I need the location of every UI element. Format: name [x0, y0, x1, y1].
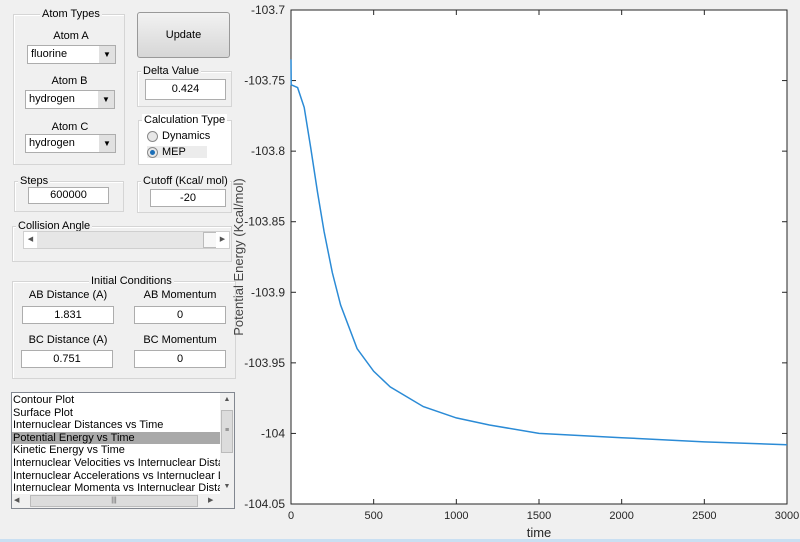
arrow-left-icon[interactable]: ◀ [24, 232, 37, 248]
calculation-type-title: Calculation Type [142, 114, 228, 126]
cutoff-input[interactable]: -20 [150, 189, 226, 207]
y-tick-label: -103.75 [244, 74, 285, 88]
y-tick-label: -103.8 [251, 144, 285, 158]
arrow-up-icon[interactable]: ▲ [220, 393, 234, 407]
list-item[interactable]: Internuclear Accelerations vs Internucle… [12, 470, 220, 483]
y-tick-label: -104.05 [244, 497, 285, 511]
atom-c-select[interactable]: hydrogen ▼ [25, 134, 116, 153]
x-tick-label: 1500 [527, 510, 551, 522]
radio-mep-label: MEP [162, 146, 186, 158]
radio-dynamics-label: Dynamics [162, 130, 211, 142]
list-item-selected[interactable]: Potential Energy vs Time [12, 431, 220, 445]
bc-momentum-input[interactable]: 0 [134, 350, 226, 368]
scroll-thumb[interactable]: ||| [30, 495, 198, 507]
delta-value-title: Delta Value [141, 65, 202, 77]
x-tick-label: 1000 [444, 510, 468, 522]
list-item[interactable]: Surface Plot [12, 407, 220, 420]
atom-types-title: Atom Types [40, 8, 102, 20]
x-tick-label: 500 [364, 510, 382, 522]
chevron-down-icon[interactable]: ▼ [99, 46, 115, 63]
ab-momentum-label: AB Momentum [143, 289, 217, 301]
list-item[interactable]: Kinetic Energy vs Time [12, 444, 220, 457]
chevron-down-icon[interactable]: ▼ [98, 91, 114, 108]
series-line [290, 59, 788, 446]
x-tick-label: 0 [288, 510, 294, 522]
atom-a-value: fluorine [31, 48, 68, 60]
atom-c-value: hydrogen [29, 137, 75, 149]
x-tick-label: 2000 [609, 510, 633, 522]
plot-type-listbox[interactable]: Contour Plot Surface Plot Internuclear D… [11, 392, 235, 509]
atom-a-select[interactable]: fluorine ▼ [27, 45, 116, 64]
atom-a-label: Atom A [53, 30, 89, 42]
ab-distance-input[interactable]: 1.831 [22, 306, 114, 324]
arrow-down-icon[interactable]: ▼ [220, 480, 234, 494]
steps-input[interactable]: 600000 [28, 187, 109, 204]
radio-dynamics[interactable]: Dynamics [147, 130, 210, 142]
bc-distance-label: BC Distance (A) [28, 334, 108, 346]
update-button[interactable]: Update [137, 12, 230, 58]
y-tick-label: -103.95 [244, 356, 285, 370]
ab-momentum-input[interactable]: 0 [134, 306, 226, 324]
y-tick-label: -104 [261, 426, 285, 440]
ab-distance-label: AB Distance (A) [28, 289, 108, 301]
x-axis-label: time [527, 525, 552, 540]
y-tick-label: -103.9 [251, 285, 285, 299]
list-item[interactable]: Contour Plot [12, 394, 220, 407]
delta-value-input[interactable]: 0.424 [145, 79, 226, 100]
x-tick-label: 2500 [692, 510, 716, 522]
scroll-thumb[interactable]: ≡ [221, 410, 233, 453]
chevron-down-icon[interactable]: ▼ [99, 135, 115, 152]
slider-thumb[interactable] [203, 232, 217, 248]
vertical-scrollbar[interactable]: ▲ ≡ ▼ [220, 393, 234, 494]
bc-momentum-label: BC Momentum [143, 334, 217, 346]
arrow-right-icon[interactable]: ▶ [216, 232, 229, 248]
atom-b-label: Atom B [51, 75, 88, 87]
collision-angle-slider[interactable]: ◀ ▶ [23, 231, 230, 249]
calculation-type-group: Calculation Type [138, 114, 232, 165]
list-item[interactable]: Internuclear Velocities vs Internuclear … [12, 457, 220, 470]
cutoff-title: Cutoff (Kcal/ mol) [141, 175, 230, 187]
y-tick-label: -103.7 [251, 3, 285, 17]
y-tick-label: -103.85 [244, 215, 285, 229]
atom-b-select[interactable]: hydrogen ▼ [25, 90, 115, 109]
arrow-left-icon[interactable]: ◀ [14, 494, 19, 508]
bc-distance-input[interactable]: 0.751 [21, 350, 113, 368]
initial-conditions-title: Initial Conditions [89, 275, 174, 287]
horizontal-scrollbar[interactable]: ◀ ||| ▶ [12, 494, 234, 508]
radio-circle[interactable] [147, 130, 158, 142]
list-item[interactable]: Internuclear Momenta vs Internuclear Dis… [12, 482, 220, 495]
plot-area [290, 9, 788, 505]
atom-b-value: hydrogen [29, 93, 75, 105]
x-tick-label: 3000 [775, 510, 799, 522]
arrow-right-icon[interactable]: ▶ [208, 494, 213, 508]
list-item[interactable]: Internuclear Distances vs Time [12, 419, 220, 432]
plot-list-items: Contour Plot Surface Plot Internuclear D… [12, 394, 220, 495]
steps-title: Steps [18, 175, 51, 187]
atom-c-label: Atom C [51, 121, 89, 133]
radio-circle-selected[interactable] [147, 146, 158, 158]
radio-mep[interactable]: MEP [147, 146, 207, 158]
